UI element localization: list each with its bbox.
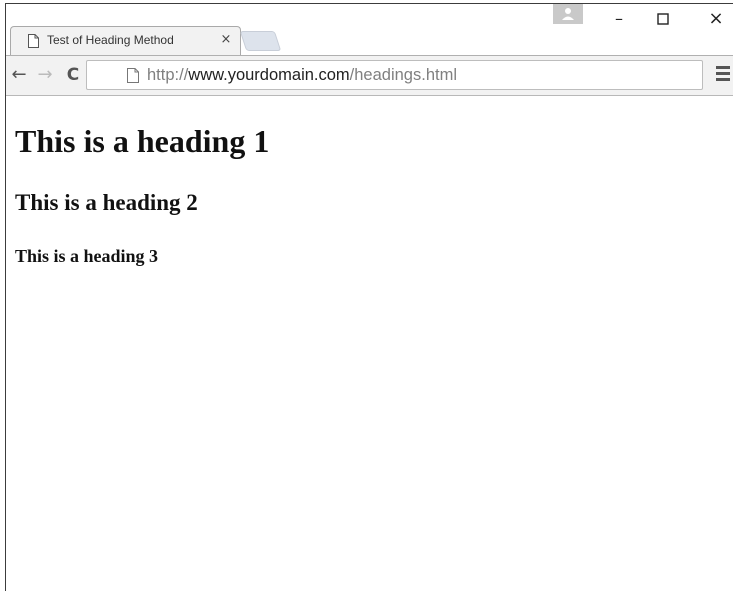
- page-icon: [127, 68, 139, 83]
- new-tab-button[interactable]: [239, 31, 282, 51]
- profile-icon: [562, 8, 574, 20]
- reload-button[interactable]: C: [62, 64, 84, 86]
- url-scheme: http://: [147, 66, 189, 84]
- tab-strip: Test of Heading Method × – ×: [6, 4, 733, 56]
- address-bar[interactable]: http://www.yourdomain.com/headings.html: [86, 60, 703, 90]
- hamburger-menu-icon[interactable]: [716, 66, 730, 82]
- forward-button[interactable]: →: [34, 64, 56, 86]
- tab-close-icon[interactable]: ×: [218, 32, 234, 48]
- tab-title: Test of Heading Method: [47, 33, 174, 47]
- maximize-icon: [657, 13, 669, 25]
- profile-button[interactable]: [553, 4, 583, 24]
- close-window-button[interactable]: ×: [696, 7, 733, 31]
- url-host: www.yourdomain.com: [188, 66, 350, 84]
- heading-2: This is a heading 2: [15, 190, 198, 215]
- tab-content: Test of Heading Method ×: [10, 26, 241, 56]
- heading-3: This is a heading 3: [15, 246, 159, 266]
- maximize-button[interactable]: [643, 7, 683, 31]
- back-button[interactable]: ←: [8, 64, 30, 86]
- heading-1: This is a heading 1: [15, 123, 270, 159]
- url-text[interactable]: http://www.yourdomain.com/headings.html: [147, 66, 457, 85]
- url-path: /headings.html: [349, 66, 457, 84]
- minimize-button[interactable]: –: [599, 7, 639, 31]
- browser-window: Test of Heading Method × – × ← → C http:…: [5, 3, 733, 592]
- page-icon: [28, 34, 39, 48]
- browser-toolbar: ← → C http://www.yourdomain.com/headings…: [6, 55, 733, 96]
- page-content: This is a heading 1 This is a heading 2 …: [6, 97, 733, 592]
